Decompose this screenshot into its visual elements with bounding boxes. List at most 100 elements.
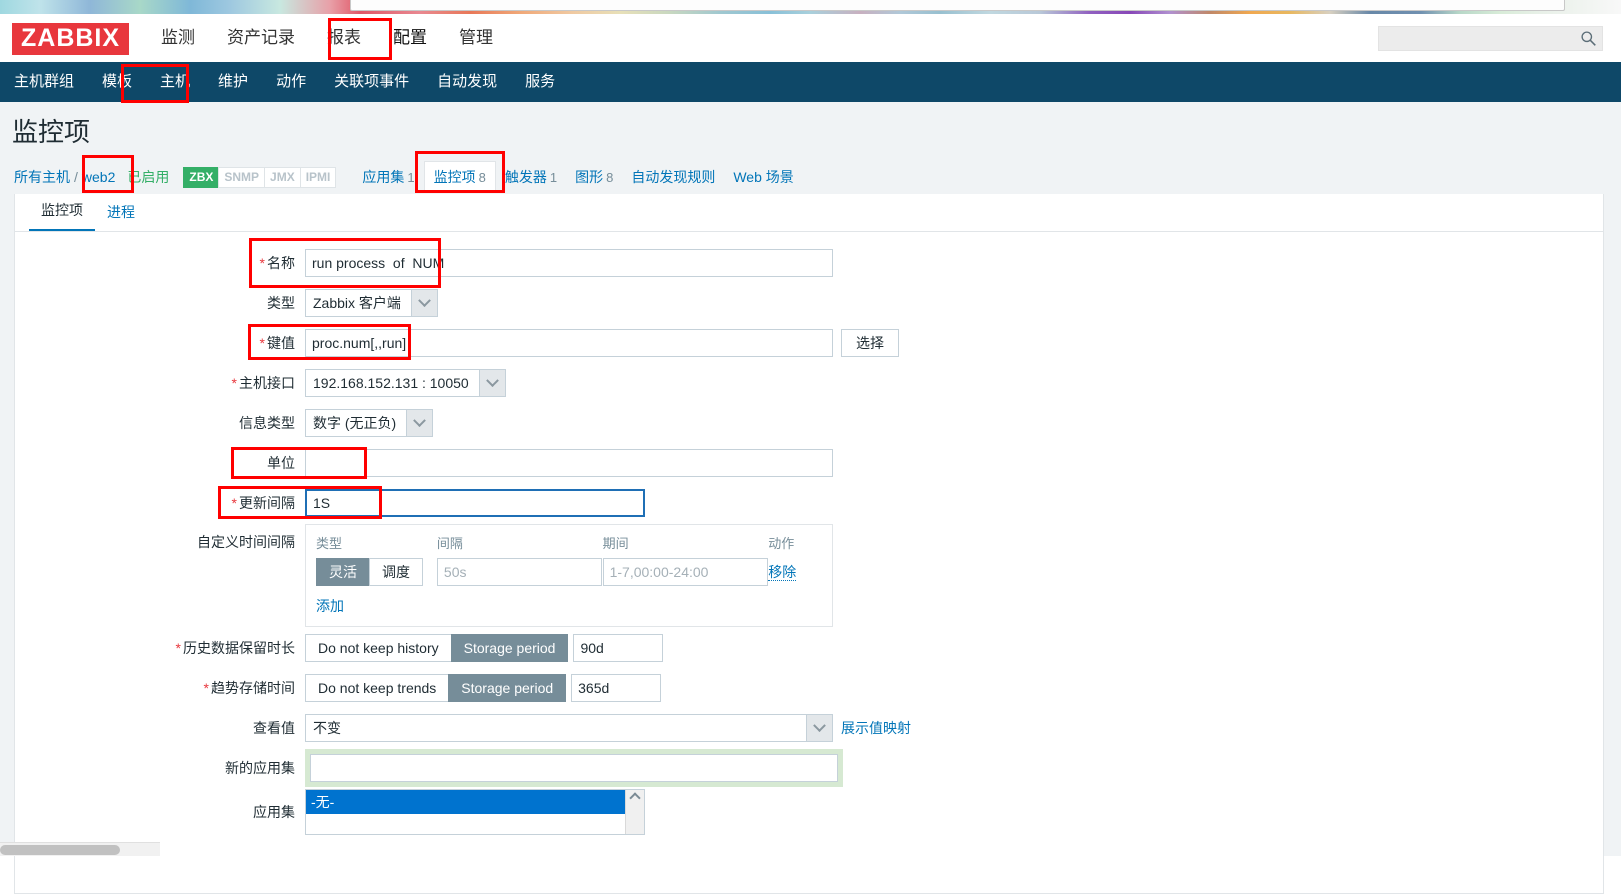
host-interface-label-text: 主机接口 (239, 375, 295, 391)
custom-interval-interval-cell (437, 558, 603, 586)
value-type-select-value: 数字 (无正负) (306, 410, 406, 436)
history-option-storage-period[interactable]: Storage period (451, 634, 569, 662)
subnav-item-actions[interactable]: 动作 (262, 62, 320, 102)
object-tab-triggers-label: 触发器 (505, 169, 547, 185)
zabbix-logo[interactable]: ZABBIX (12, 23, 129, 55)
interface-tag-ipmi: IPMI (300, 167, 337, 188)
subnav-item-hosts[interactable]: 主机 (146, 62, 204, 102)
trends-storage-input[interactable] (571, 674, 661, 702)
subnav-item-maintenance[interactable]: 维护 (204, 62, 262, 102)
object-tab-applications[interactable]: 应用集1 (353, 162, 423, 192)
name-label: *名称 (15, 253, 305, 273)
key-input[interactable] (305, 329, 833, 357)
type-select-value: Zabbix 客户端 (306, 290, 411, 316)
custom-interval-period-input[interactable] (603, 558, 768, 586)
key-label-text: 键值 (267, 335, 295, 351)
search-icon[interactable] (1580, 30, 1597, 47)
subnav-item-templates[interactable]: 模板 (88, 62, 146, 102)
search-input[interactable] (1379, 27, 1569, 50)
object-tab-items-count: 8 (479, 170, 486, 185)
object-tab-web-scenarios-label: Web 场景 (733, 169, 793, 185)
form-row-host-interface: *主机接口 192.168.152.131 : 10050 (15, 364, 1603, 402)
main-menu-item-reports[interactable]: 报表 (311, 14, 377, 62)
chevron-down-icon[interactable] (806, 715, 832, 741)
value-map-select[interactable]: 不变 (305, 714, 833, 742)
page-body: 监控项 所有主机 / web2 已启用 ZBX SNMP JMX IPMI 应用… (0, 102, 1621, 856)
host-interface-select-value: 192.168.152.131 : 10050 (306, 370, 479, 396)
interface-tag-jmx: JMX (264, 167, 301, 188)
chevron-down-icon[interactable] (406, 410, 432, 436)
history-storage-input[interactable] (573, 634, 663, 662)
applications-scrollbar[interactable] (625, 790, 644, 834)
interface-tags: ZBX SNMP JMX IPMI (183, 167, 335, 188)
main-menu-item-monitoring[interactable]: 监测 (145, 14, 211, 62)
key-label: *键值 (15, 333, 305, 353)
chevron-down-icon[interactable] (479, 370, 505, 396)
main-menu-item-inventory[interactable]: 资产记录 (211, 14, 311, 62)
history-option-do-not-keep[interactable]: Do not keep history (305, 634, 452, 662)
browser-window-edge (350, 0, 1565, 11)
chevron-up-icon[interactable] (629, 792, 640, 803)
custom-interval-row: 灵活 调度 移除 (316, 558, 822, 586)
units-input[interactable] (305, 449, 833, 477)
type-label: 类型 (15, 293, 305, 313)
object-tab-discovery-rules-label: 自动发现规则 (631, 169, 715, 185)
applications-listbox[interactable]: -无- (305, 789, 645, 835)
custom-interval-period-cell (603, 558, 769, 586)
subnav-item-services[interactable]: 服务 (511, 62, 569, 102)
value-map-label: 查看值 (15, 718, 305, 738)
subnav-item-correlation[interactable]: 关联项事件 (320, 62, 423, 102)
trends-mode-toggle: Do not keep trends Storage period (305, 674, 565, 702)
object-tab-discovery-rules[interactable]: 自动发现规则 (622, 162, 724, 192)
trends-option-storage-period[interactable]: Storage period (448, 674, 566, 702)
name-input[interactable] (305, 249, 833, 277)
horizontal-scrollbar[interactable] (0, 842, 160, 856)
value-type-select[interactable]: 数字 (无正负) (305, 409, 433, 437)
custom-interval-type-scheduling[interactable]: 调度 (369, 558, 423, 586)
object-tab-triggers[interactable]: 触发器1 (496, 162, 566, 192)
new-application-input-wrapper (305, 749, 843, 787)
custom-interval-type-flexible[interactable]: 灵活 (316, 558, 370, 586)
update-interval-input[interactable] (305, 489, 645, 517)
chevron-down-icon[interactable] (411, 290, 437, 316)
form-row-trends: *趋势存储时间 Do not keep trends Storage perio… (15, 669, 1603, 707)
custom-interval-interval-input[interactable] (437, 558, 602, 586)
type-select[interactable]: Zabbix 客户端 (305, 289, 438, 317)
object-tab-graphs-count: 8 (606, 170, 613, 185)
object-tab-web-scenarios[interactable]: Web 场景 (724, 162, 802, 192)
select-key-button[interactable]: 选择 (841, 329, 899, 357)
tab-item[interactable]: 监控项 (29, 200, 95, 231)
custom-interval-type-toggle: 灵活 调度 (316, 558, 437, 586)
required-marker: * (260, 255, 265, 271)
history-label-text: 历史数据保留时长 (183, 640, 295, 656)
subnav-item-host-groups[interactable]: 主机群组 (0, 62, 88, 102)
custom-interval-remove-link[interactable]: 移除 (768, 564, 796, 581)
form-row-key: *键值 选择 (15, 324, 1603, 362)
global-search[interactable] (1378, 26, 1603, 51)
form-row-applications: 应用集 -无- (15, 789, 1603, 835)
required-marker: * (204, 680, 209, 696)
tab-preprocessing[interactable]: 进程 (95, 202, 147, 231)
object-tab-triggers-count: 1 (550, 170, 557, 185)
new-application-input[interactable] (310, 754, 838, 782)
subnav-item-discovery[interactable]: 自动发现 (423, 62, 511, 102)
object-tab-items[interactable]: 监控项8 (424, 161, 496, 193)
custom-intervals-col-interval: 间隔 (437, 533, 603, 552)
applications-option-none[interactable]: -无- (306, 790, 625, 814)
custom-interval-add-link[interactable]: 添加 (316, 596, 344, 616)
main-menu-item-administration[interactable]: 管理 (443, 14, 509, 62)
trends-label: *趋势存储时间 (15, 678, 305, 698)
scrollbar-thumb[interactable] (0, 845, 120, 855)
host-interface-select[interactable]: 192.168.152.131 : 10050 (305, 369, 506, 397)
object-tab-graphs[interactable]: 图形8 (566, 162, 622, 192)
object-tab-items-label: 监控项 (434, 169, 476, 185)
breadcrumb-all-hosts[interactable]: 所有主机 (14, 167, 70, 187)
main-menu-item-configuration[interactable]: 配置 (377, 14, 443, 62)
trends-option-do-not-keep[interactable]: Do not keep trends (305, 674, 449, 702)
show-value-mappings-link[interactable]: 展示值映射 (841, 718, 911, 738)
breadcrumb-host-web2[interactable]: web2 (82, 169, 115, 185)
breadcrumb-separator: / (74, 169, 78, 185)
object-tab-applications-label: 应用集 (362, 169, 404, 185)
object-tab-applications-count: 1 (407, 170, 414, 185)
page-title: 监控项 (12, 112, 90, 149)
